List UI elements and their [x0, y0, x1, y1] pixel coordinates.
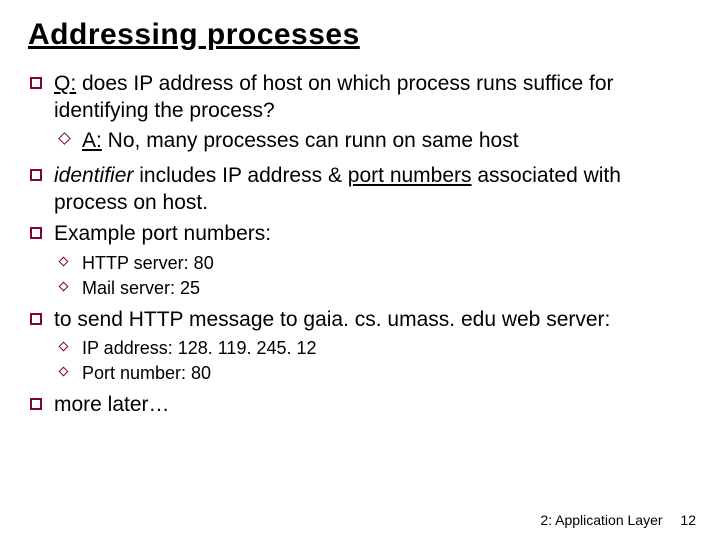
- bullet-question: Q: does IP address of host on which proc…: [28, 70, 692, 154]
- diamond-bullet-icon: [58, 132, 71, 145]
- square-bullet-icon: [30, 169, 42, 181]
- diamond-bullet-icon: [59, 342, 69, 352]
- send-ip-text: IP address: 128. 119. 245. 12: [82, 338, 317, 358]
- identifier-word: identifier: [54, 164, 133, 187]
- example-mail: Mail server: 25: [54, 277, 692, 300]
- example-sub-list: HTTP server: 80 Mail server: 25: [54, 252, 692, 300]
- bullet-list: Q: does IP address of host on which proc…: [28, 70, 692, 419]
- send-text: to send HTTP message to gaia. cs. umass.…: [54, 308, 610, 331]
- port-numbers-label: port numbers: [348, 164, 472, 187]
- diamond-bullet-icon: [59, 367, 69, 377]
- footer-label: 2: Application Layer: [540, 512, 662, 528]
- send-ip: IP address: 128. 119. 245. 12: [54, 337, 692, 360]
- diamond-bullet-icon: [59, 256, 69, 266]
- bullet-identifier: identifier includes IP address & port nu…: [28, 162, 692, 217]
- square-bullet-icon: [30, 77, 42, 89]
- slide-title: Addressing processes: [28, 18, 692, 52]
- square-bullet-icon: [30, 398, 42, 410]
- send-port-text: Port number: 80: [82, 363, 211, 383]
- a-text: No, many processes can runn on same host: [102, 129, 519, 152]
- more-text: more later…: [54, 393, 170, 416]
- example-http: HTTP server: 80: [54, 252, 692, 275]
- bullet-send: to send HTTP message to gaia. cs. umass.…: [28, 306, 692, 385]
- identifier-rest1: includes IP address &: [133, 164, 347, 187]
- bullet-answer: A: No, many processes can runn on same h…: [54, 127, 692, 154]
- a-label: A:: [82, 129, 102, 152]
- bullet-example: Example port numbers: HTTP server: 80 Ma…: [28, 220, 692, 299]
- send-sub-list: IP address: 128. 119. 245. 12 Port numbe…: [54, 337, 692, 385]
- slide: Addressing processes Q: does IP address …: [0, 0, 720, 540]
- send-port: Port number: 80: [54, 362, 692, 385]
- diamond-bullet-icon: [59, 281, 69, 291]
- example-http-text: HTTP server: 80: [82, 253, 214, 273]
- sub-list: A: No, many processes can runn on same h…: [54, 127, 692, 154]
- square-bullet-icon: [30, 313, 42, 325]
- q-text: does IP address of host on which process…: [54, 72, 614, 122]
- example-mail-text: Mail server: 25: [82, 278, 200, 298]
- example-label: Example port numbers:: [54, 222, 271, 245]
- bullet-more: more later…: [28, 391, 692, 418]
- page-number: 12: [680, 512, 696, 528]
- footer: 2: Application Layer 12: [540, 512, 696, 528]
- square-bullet-icon: [30, 227, 42, 239]
- q-label: Q:: [54, 72, 76, 95]
